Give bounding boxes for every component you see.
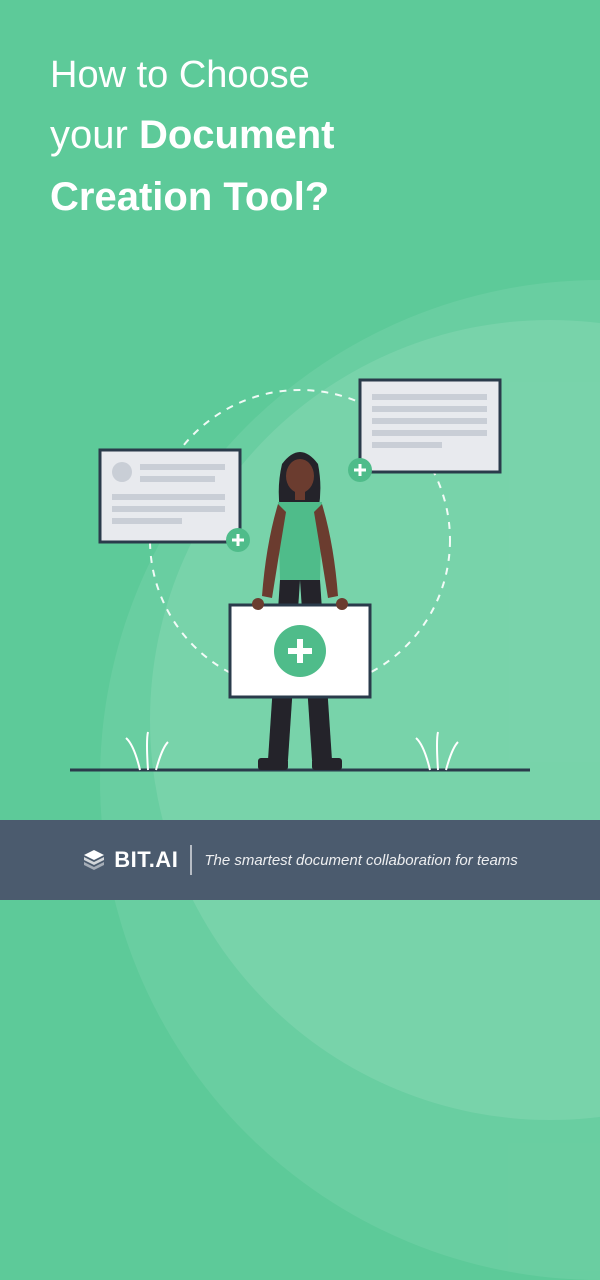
hero-illustration bbox=[0, 260, 600, 820]
stack-icon bbox=[82, 848, 106, 872]
footer-divider bbox=[190, 845, 192, 875]
card-held bbox=[230, 605, 370, 697]
brand-text: BIT.AI bbox=[114, 847, 178, 873]
title-line-2: your Document bbox=[50, 108, 550, 162]
page-title: How to Choose your Document Creation Too… bbox=[0, 0, 600, 224]
footer: BIT.AI The smartest document collaborati… bbox=[0, 820, 600, 900]
title-line-1: How to Choose bbox=[50, 52, 550, 100]
title-line-3: Creation Tool? bbox=[50, 170, 550, 224]
grass bbox=[126, 732, 458, 770]
card-left bbox=[100, 450, 250, 552]
card-right bbox=[348, 380, 500, 482]
footer-tagline: The smartest document collaboration for … bbox=[204, 852, 517, 869]
illustration-svg bbox=[0, 260, 600, 820]
brand-logo: BIT.AI bbox=[82, 847, 178, 873]
